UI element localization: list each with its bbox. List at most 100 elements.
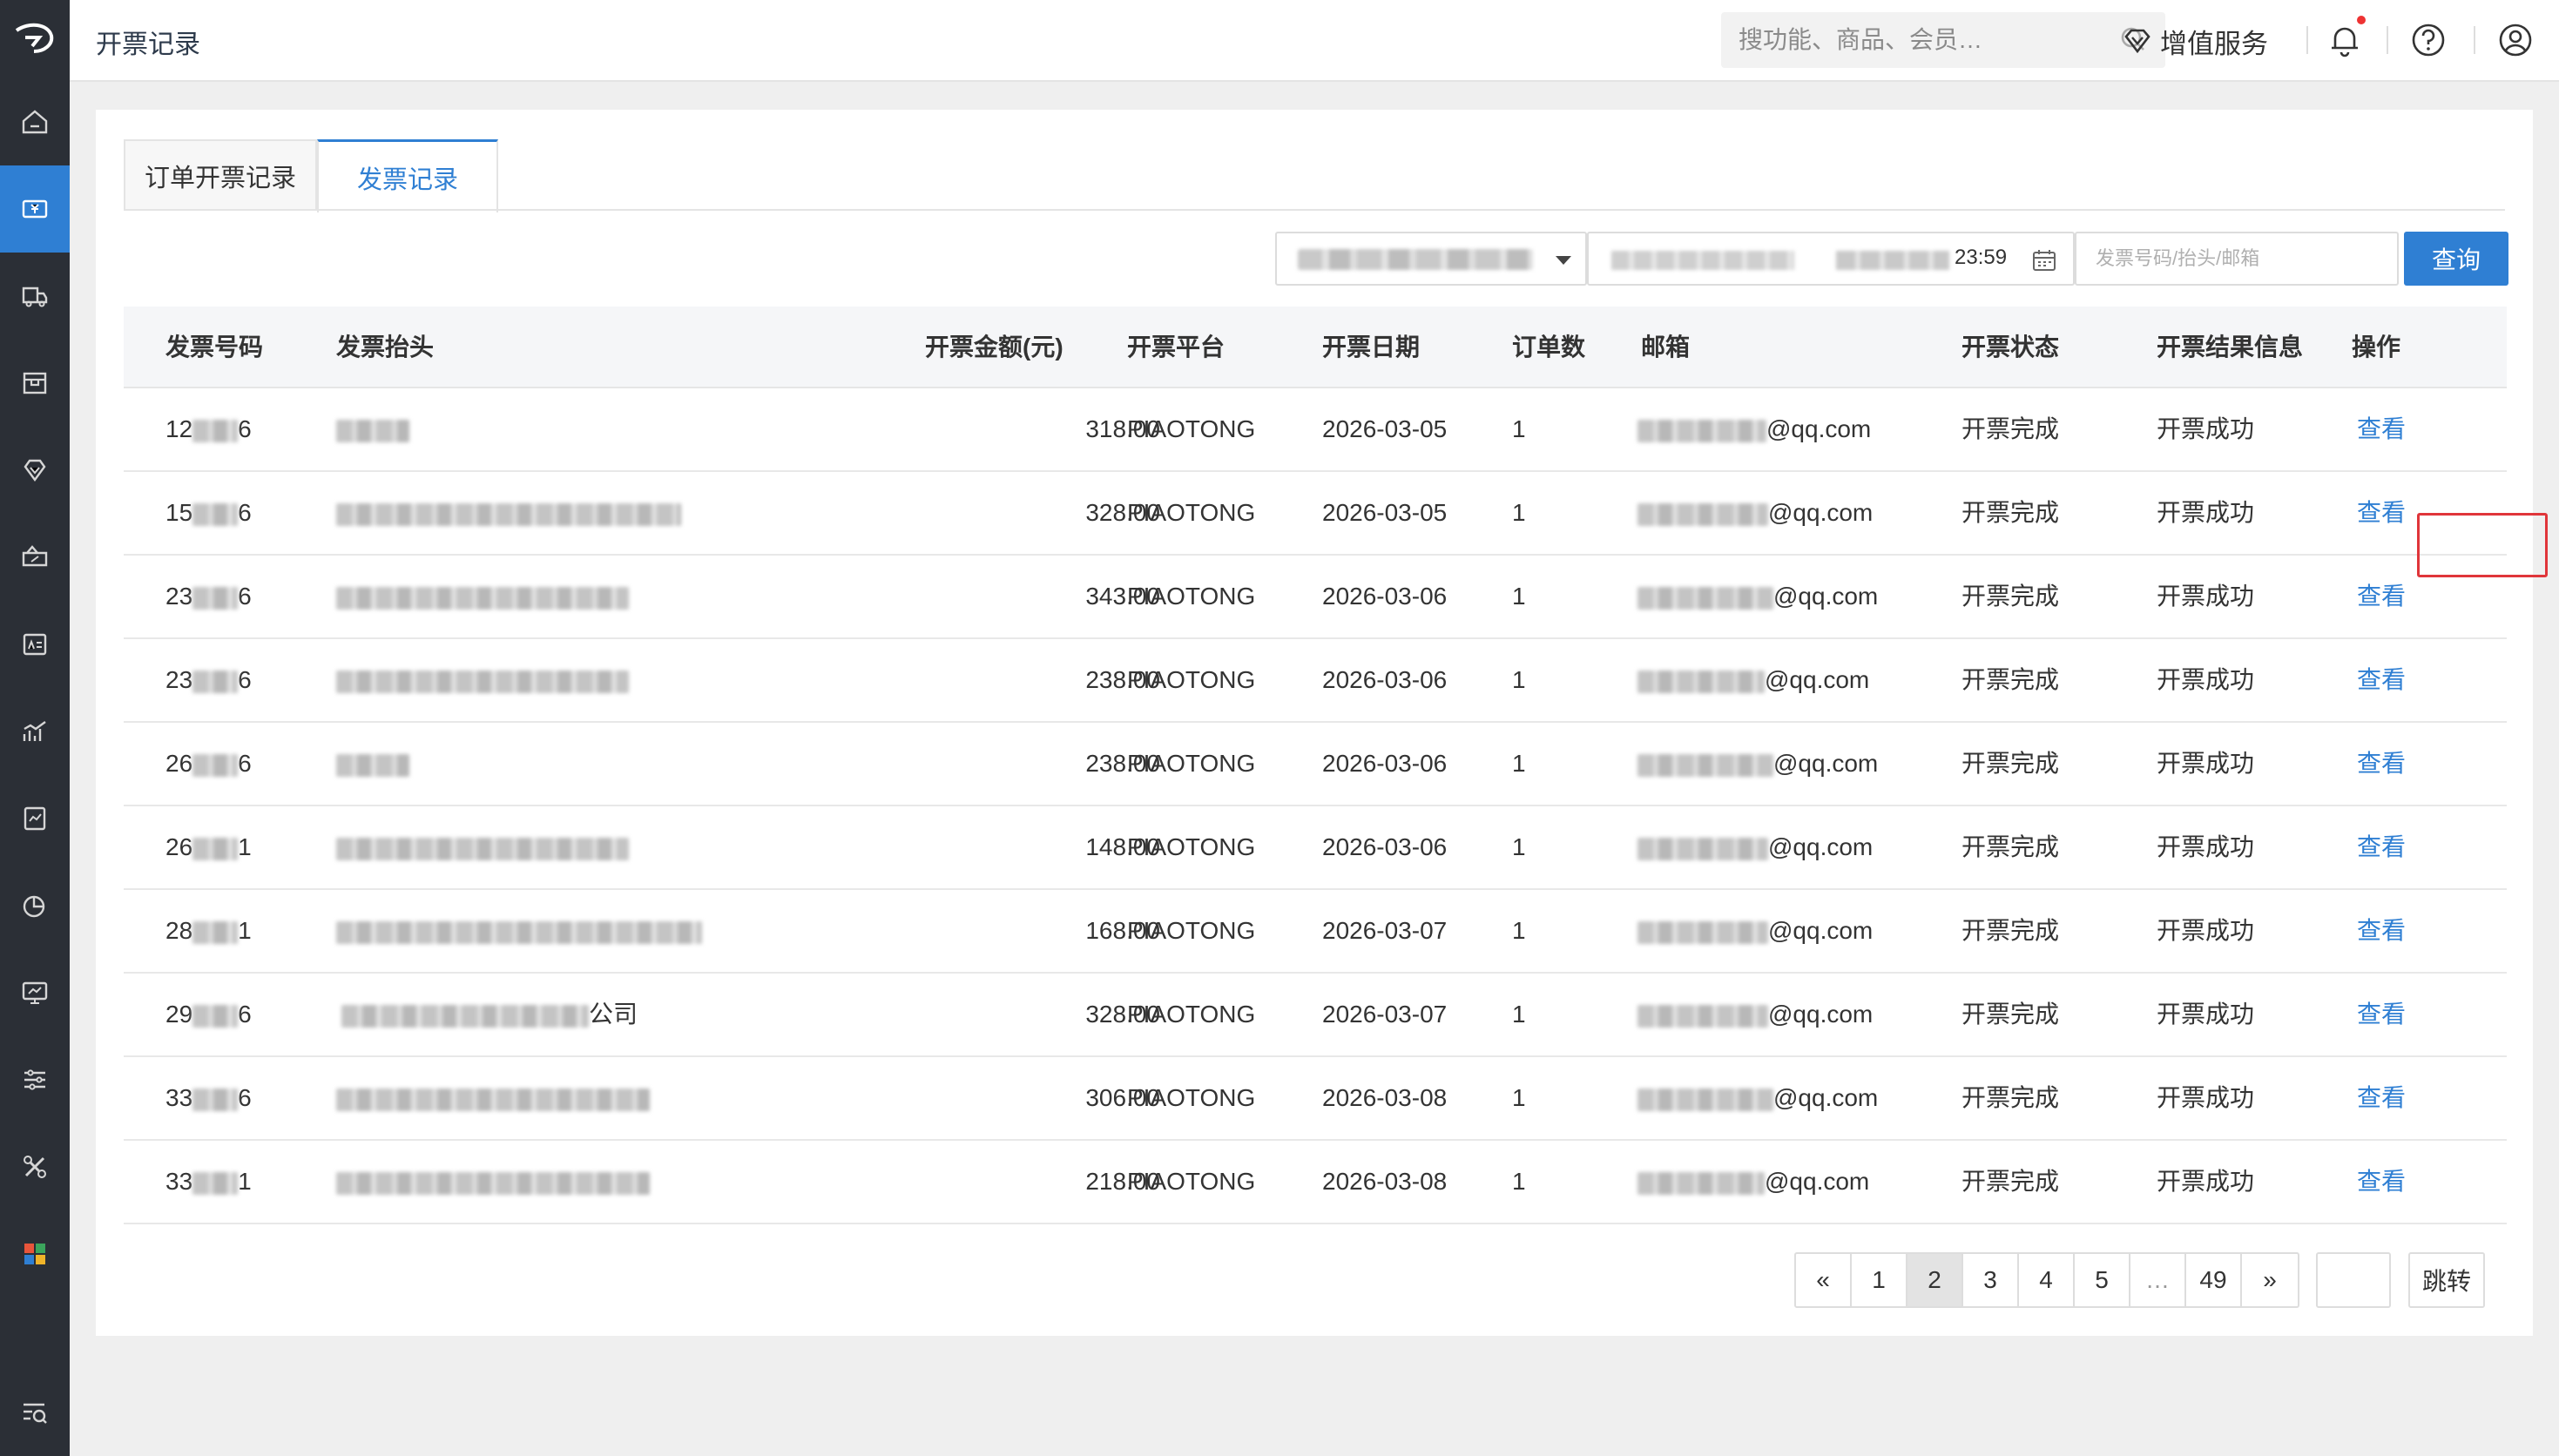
invoice-number: 33 6 [165, 1057, 252, 1139]
invoice-title [336, 472, 681, 554]
sidebar-item-statistics[interactable] [0, 688, 70, 775]
pagination-page[interactable]: 1 [1852, 1254, 1907, 1306]
divider [2306, 26, 2308, 54]
invoice-result: 开票成功 [2157, 1001, 2255, 1028]
redacted-value [336, 670, 629, 693]
view-link[interactable]: 查看 [2357, 806, 2406, 888]
sidebar-item-analysis[interactable] [0, 862, 70, 949]
view-link[interactable]: 查看 [2357, 974, 2406, 1055]
invoice-date: 2026-03-08 [1322, 1084, 1448, 1111]
view-link[interactable]: 查看 [2357, 1141, 2406, 1223]
topbar: 开票记录 增值服务 [70, 0, 2559, 82]
column-header: 开票金额(元) [925, 334, 1063, 361]
help-icon[interactable] [2409, 21, 2448, 59]
bell-icon[interactable] [2326, 21, 2364, 59]
logo[interactable] [0, 0, 70, 78]
invoice-date: 2026-03-06 [1322, 750, 1448, 777]
order-count: 1 [1512, 666, 1526, 693]
order-count: 1 [1512, 917, 1526, 944]
invoice-date: 2026-03-05 [1322, 499, 1448, 526]
global-search[interactable] [1721, 12, 2165, 68]
pagination-page[interactable]: 49 [2186, 1254, 2242, 1306]
sidebar-item-devices[interactable] [0, 949, 70, 1036]
pagination-page[interactable]: 5 [2075, 1254, 2130, 1306]
redacted-value [192, 1004, 239, 1028]
redacted-value [1298, 249, 1533, 270]
value-added-services-button[interactable]: 增值服务 [2122, 19, 2268, 63]
column-header: 邮箱 [1641, 334, 1691, 361]
view-link[interactable]: 查看 [2357, 556, 2406, 637]
invoice-platform: PIAOTONG [1127, 1168, 1256, 1195]
view-link[interactable]: 查看 [2357, 890, 2406, 972]
invoice-number-prefix: 28 [165, 917, 193, 944]
redacted-value [192, 670, 239, 693]
sidebar-item-search-list[interactable] [0, 1386, 70, 1439]
invoice-number: 23 6 [165, 639, 252, 721]
sidebar-item-invoice[interactable] [0, 165, 70, 253]
view-link[interactable]: 查看 [2357, 723, 2406, 805]
view-link[interactable]: 查看 [2357, 472, 2406, 554]
sidebar [0, 0, 70, 1456]
redacted-value [336, 1171, 650, 1195]
sidebar-item-member[interactable] [0, 427, 70, 514]
invoice-title [336, 890, 702, 972]
page-jump-button[interactable]: 跳转 [2408, 1252, 2485, 1308]
global-search-input[interactable] [1739, 12, 2087, 68]
invoice-number-suffix: 6 [238, 499, 252, 526]
redacted-value [336, 586, 629, 610]
redacted-value [336, 502, 681, 526]
invoice-result: 开票成功 [2157, 666, 2255, 693]
column-header: 开票平台 [1127, 334, 1225, 361]
invoice-number-suffix: 1 [238, 1168, 252, 1195]
sidebar-item-tools[interactable] [0, 1123, 70, 1210]
pagination-page[interactable]: 3 [1963, 1254, 2019, 1306]
tab-invoice-records[interactable]: 发票记录 [317, 139, 499, 212]
sidebar-item-report[interactable] [0, 775, 70, 862]
order-count: 1 [1512, 415, 1526, 442]
invoice-number-prefix: 33 [165, 1084, 193, 1111]
invoice-date: 2026-03-07 [1322, 1001, 1448, 1028]
table-row: 28 1 168.00 PIAOTONG 2026-03-07 1 @qq.com 开票完成开… [124, 890, 2507, 974]
redacted-value [192, 1171, 239, 1195]
sidebar-item-apps[interactable] [0, 1210, 70, 1298]
sidebar-item-home[interactable] [0, 78, 70, 165]
tab-order-invoice-records[interactable]: 订单开票记录 [124, 139, 318, 211]
sidebar-item-logistics[interactable] [0, 253, 70, 340]
invoice-number: 12 6 [165, 388, 252, 470]
pagination-ellipsis: … [2130, 1254, 2186, 1306]
pagination-next[interactable]: » [2242, 1254, 2298, 1306]
order-count: 1 [1512, 750, 1526, 777]
table-row: 29 6 公司 328.00 PIAOTONG 2026-03-07 1 @qq.com 开票完… [124, 974, 2507, 1057]
chevron-down-icon [1556, 256, 1571, 265]
redacted-value [1637, 419, 1766, 442]
sidebar-item-marketing[interactable] [0, 514, 70, 601]
query-button[interactable]: 查询 [2404, 232, 2508, 286]
pagination-prev[interactable]: « [1796, 1254, 1852, 1306]
id-card-icon [23, 633, 47, 656]
view-link[interactable]: 查看 [2357, 388, 2406, 470]
sidebar-item-staff[interactable] [0, 601, 70, 688]
pagination-page-current[interactable]: 2 [1907, 1254, 1963, 1306]
table-row: 23 6 343.00 PIAOTONG 2026-03-06 1 @qq.com 开票完成开… [124, 556, 2507, 639]
redacted-value [336, 837, 629, 860]
page-jump-input[interactable] [2316, 1252, 2391, 1308]
view-link[interactable]: 查看 [2357, 639, 2406, 721]
date-range-picker[interactable]: 23:59 [1587, 232, 2075, 286]
redacted-value [192, 920, 239, 944]
invoice-title [336, 723, 409, 805]
order-count: 1 [1512, 833, 1526, 860]
invoice-date: 2026-03-08 [1322, 1168, 1448, 1195]
invoice-search-input[interactable] [2075, 232, 2399, 286]
view-link[interactable]: 查看 [2357, 1057, 2406, 1139]
invoice-status: 开票完成 [1961, 499, 2060, 526]
invoice-result: 开票成功 [2157, 583, 2255, 610]
filter-select[interactable] [1275, 232, 1587, 286]
table-row: 15 6 328.00 PIAOTONG 2026-03-05 1 @qq.com 开票完成开… [124, 472, 2507, 556]
order-count: 1 [1512, 583, 1526, 610]
sidebar-item-settings[interactable] [0, 1036, 70, 1123]
redacted-value [341, 1004, 589, 1028]
pagination-page[interactable]: 4 [2019, 1254, 2075, 1306]
column-header: 发票抬头 [336, 334, 435, 361]
sidebar-item-goods[interactable] [0, 340, 70, 427]
user-icon[interactable] [2496, 21, 2535, 59]
